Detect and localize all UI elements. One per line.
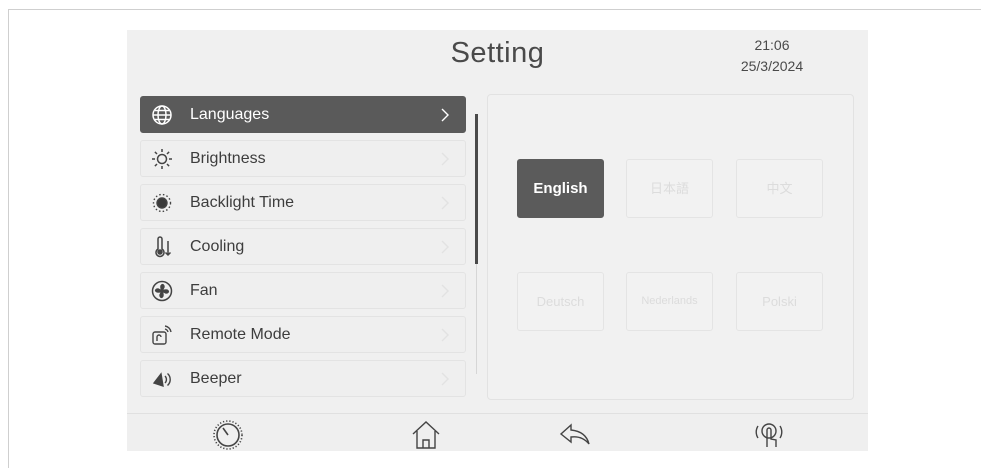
header: Setting 21:06 25/3/2024 — [127, 30, 868, 82]
frame-top-border — [8, 9, 981, 10]
chevron-right-icon — [437, 239, 453, 255]
chevron-right-icon — [437, 327, 453, 343]
speaker-icon — [151, 368, 173, 390]
remote-icon — [151, 324, 173, 346]
frame-left-border — [8, 9, 9, 468]
language-option-nederlands[interactable]: Nederlands — [626, 272, 713, 331]
menu-label-beeper: Beeper — [190, 370, 242, 387]
menu-label-fan: Fan — [190, 282, 218, 299]
language-option-deutsch[interactable]: Deutsch — [517, 272, 604, 331]
scrollbar-thumb[interactable] — [475, 114, 478, 264]
menu-item-languages[interactable]: Languages — [140, 96, 466, 133]
menu-label-languages: Languages — [190, 106, 270, 123]
settings-menu: Languages Brightness Backlight Time Cool… — [140, 96, 466, 404]
menu-item-remote-mode[interactable]: Remote Mode — [140, 316, 466, 353]
menu-item-cooling[interactable]: Cooling — [140, 228, 466, 265]
menu-label-backlight-time: Backlight Time — [190, 194, 295, 211]
menu-item-beeper[interactable]: Beeper — [140, 360, 466, 397]
language-option-chinese[interactable]: 中文 — [736, 159, 823, 218]
sun-icon — [151, 148, 173, 170]
time-display: 21:06 — [754, 37, 790, 53]
settings-screen: Setting 21:06 25/3/2024 Languages Bright… — [127, 30, 868, 451]
bottom-nav-bar — [127, 413, 868, 451]
backlight-icon — [151, 192, 173, 214]
chevron-right-icon — [437, 371, 453, 387]
touch-icon[interactable] — [751, 417, 787, 451]
chevron-right-icon — [437, 283, 453, 299]
menu-item-brightness[interactable]: Brightness — [140, 140, 466, 177]
menu-label-remote-mode: Remote Mode — [190, 326, 291, 343]
menu-label-cooling: Cooling — [190, 238, 245, 255]
date-display: 25/3/2024 — [740, 58, 804, 74]
chevron-right-icon — [437, 107, 453, 123]
language-option-english[interactable]: English — [517, 159, 604, 218]
back-icon[interactable] — [557, 417, 593, 451]
chevron-right-icon — [437, 195, 453, 211]
thermometer-icon — [151, 236, 173, 258]
language-option-polski[interactable]: Polski — [736, 272, 823, 331]
chevron-right-icon — [437, 151, 453, 167]
menu-label-brightness: Brightness — [190, 150, 266, 167]
language-option-japanese[interactable]: 日本語 — [626, 159, 713, 218]
menu-item-fan[interactable]: Fan — [140, 272, 466, 309]
language-panel: English 日本語 中文 Deutsch Nederlands Polski — [487, 94, 854, 400]
dial-icon[interactable] — [210, 417, 246, 451]
clock: 21:06 25/3/2024 — [717, 35, 827, 77]
menu-item-backlight-time[interactable]: Backlight Time — [140, 184, 466, 221]
globe-icon — [151, 104, 173, 126]
home-icon[interactable] — [408, 417, 444, 451]
fan-icon — [151, 280, 173, 302]
